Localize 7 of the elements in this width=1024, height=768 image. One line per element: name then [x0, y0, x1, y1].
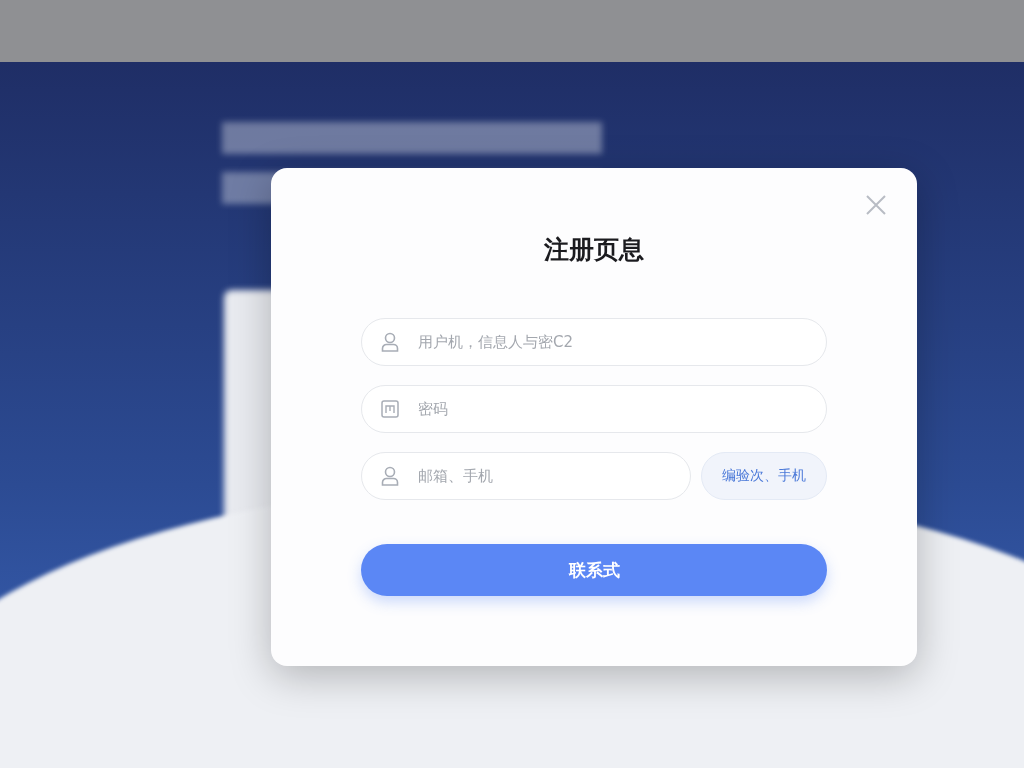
- send-code-button[interactable]: 编验次、手机: [701, 452, 827, 500]
- close-icon[interactable]: [865, 194, 887, 216]
- input-field[interactable]: 用户机，信息人与密C2: [361, 318, 827, 366]
- dialog-title: 注册页息: [544, 234, 644, 266]
- submit-button[interactable]: 联系式: [361, 544, 827, 596]
- input-field[interactable]: 密码: [361, 385, 827, 433]
- input-field[interactable]: 邮箱、手机: [361, 452, 691, 500]
